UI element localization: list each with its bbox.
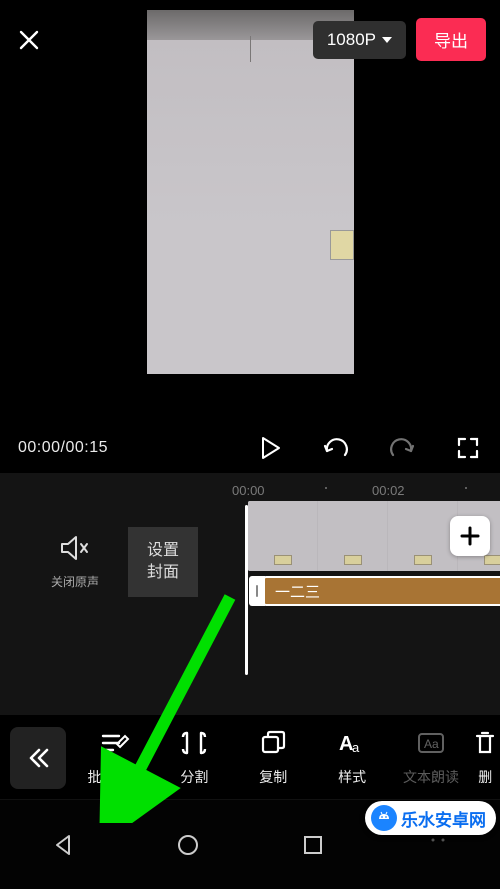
text-clip-label: 一二三 bbox=[275, 581, 320, 602]
tool-label: 删 bbox=[478, 767, 492, 787]
tool-tts[interactable]: Aa 文本朗读 bbox=[392, 729, 471, 787]
collapse-toolbar-button[interactable] bbox=[10, 727, 66, 789]
ruler-dot bbox=[325, 487, 327, 489]
close-button[interactable] bbox=[14, 25, 44, 55]
square-recent-icon bbox=[301, 833, 325, 857]
clip-thumb bbox=[318, 501, 388, 571]
tool-split[interactable]: 分割 bbox=[155, 729, 234, 787]
time-display: 00:00/00:15 bbox=[18, 439, 108, 457]
mute-button[interactable] bbox=[59, 534, 91, 567]
set-cover-button[interactable]: 设置 封面 bbox=[128, 527, 198, 597]
split-icon bbox=[180, 729, 208, 757]
fullscreen-icon bbox=[456, 436, 480, 460]
playhead[interactable] bbox=[245, 505, 248, 675]
svg-text:a: a bbox=[352, 740, 360, 755]
brand-label: 乐水安卓网 bbox=[401, 806, 486, 831]
chevron-down-icon bbox=[382, 37, 392, 43]
tool-label: 文本朗读 bbox=[403, 767, 459, 787]
resolution-selector[interactable]: 1080P bbox=[313, 21, 406, 59]
undo-icon bbox=[323, 437, 349, 459]
dots-icon bbox=[428, 835, 448, 855]
tts-icon: Aa bbox=[416, 729, 446, 757]
brand-watermark: 乐水安卓网 bbox=[365, 801, 496, 835]
chevrons-left-icon bbox=[25, 746, 51, 770]
clip-handle-left[interactable] bbox=[249, 576, 265, 606]
tool-label: 样式 bbox=[338, 767, 366, 787]
export-button[interactable]: 导出 bbox=[416, 18, 486, 61]
current-time: 00:00 bbox=[18, 439, 61, 456]
time-ruler[interactable]: 00:00 00:02 bbox=[0, 483, 500, 503]
clip-thumb bbox=[388, 501, 458, 571]
nav-recent-button[interactable] bbox=[288, 825, 338, 865]
playback-controls: 00:00/00:15 bbox=[0, 423, 500, 473]
plus-icon bbox=[459, 525, 481, 547]
nav-back-button[interactable] bbox=[38, 825, 88, 865]
ruler-tick: 00:00 bbox=[232, 483, 265, 498]
close-icon bbox=[17, 28, 41, 52]
copy-icon bbox=[259, 729, 287, 757]
redo-button[interactable] bbox=[388, 434, 416, 462]
ruler-tick: 00:02 bbox=[372, 483, 405, 498]
resolution-label: 1080P bbox=[327, 30, 376, 50]
redo-icon bbox=[389, 437, 415, 459]
tool-copy[interactable]: 复制 bbox=[234, 729, 313, 787]
style-icon: Aa bbox=[337, 729, 367, 757]
text-clip[interactable]: 一二三 bbox=[263, 576, 500, 606]
play-button[interactable] bbox=[256, 434, 284, 462]
tool-label: 分割 bbox=[180, 767, 208, 787]
add-clip-button[interactable] bbox=[450, 516, 490, 556]
mute-label: 关闭原声 bbox=[51, 573, 99, 590]
nav-home-button[interactable] bbox=[163, 825, 213, 865]
clip-thumb bbox=[248, 501, 318, 571]
batch-edit-icon bbox=[100, 729, 130, 757]
tool-label: 批量编辑 bbox=[87, 767, 143, 787]
system-nav-bar: 乐水安卓网 bbox=[0, 799, 500, 889]
android-icon bbox=[371, 805, 397, 831]
circle-home-icon bbox=[176, 833, 200, 857]
fullscreen-button[interactable] bbox=[454, 434, 482, 462]
ruler-dot bbox=[465, 487, 467, 489]
svg-text:Aa: Aa bbox=[424, 737, 439, 751]
triangle-back-icon bbox=[51, 833, 75, 857]
tool-style[interactable]: Aa 样式 bbox=[313, 729, 392, 787]
tool-delete[interactable]: 删 bbox=[470, 729, 500, 787]
play-icon bbox=[259, 436, 281, 460]
tool-batch-edit[interactable]: 批量编辑 bbox=[76, 729, 155, 787]
mute-icon bbox=[59, 534, 91, 562]
undo-button[interactable] bbox=[322, 434, 350, 462]
duration: 00:15 bbox=[66, 439, 109, 456]
delete-icon bbox=[474, 729, 496, 757]
bottom-toolbar: 批量编辑 分割 复制 Aa 样式 Aa 文本朗读 bbox=[0, 715, 500, 799]
tool-label: 复制 bbox=[259, 767, 287, 787]
